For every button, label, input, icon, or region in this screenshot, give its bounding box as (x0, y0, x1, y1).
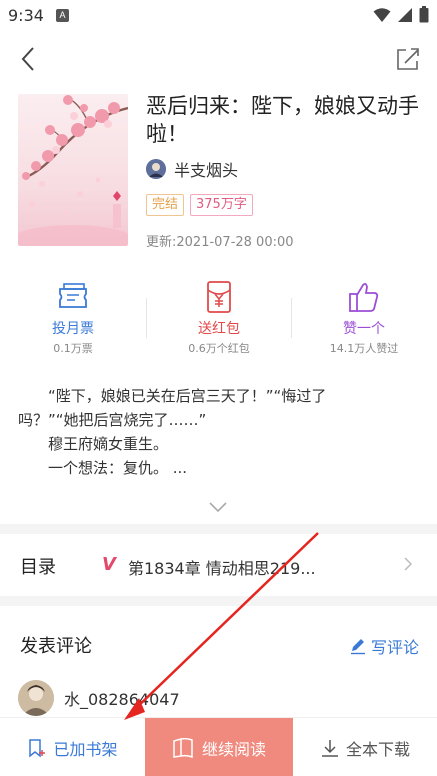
continue-reading-button[interactable]: 继续阅读 (145, 718, 293, 776)
download-all-button[interactable]: 全本下载 (293, 718, 437, 776)
comment-item[interactable]: 水_082864047 (18, 680, 180, 716)
status-icons (373, 6, 429, 23)
table-of-contents-row[interactable]: 目录 V 第1834章 情动相思219... (0, 534, 437, 596)
notification-icon: A (56, 9, 69, 22)
synopsis-line: 穆王府嫡女重生。 (48, 435, 169, 453)
signal-icon (398, 7, 412, 22)
book-cover[interactable] (18, 94, 128, 246)
comment-username: 水_082864047 (64, 690, 180, 709)
book-tags: 完结 375万字 (146, 194, 253, 216)
bookshelf-icon (29, 738, 46, 758)
bottom-action-bar: 已加书架 继续阅读 全本下载 (0, 717, 437, 776)
vip-chapter-icon: V (102, 554, 116, 575)
wifi-icon (373, 7, 391, 22)
status-time: 9:34 (8, 6, 44, 25)
continue-reading-label: 继续阅读 (201, 739, 266, 759)
updated-time: 更新:2021-07-28 00:00 (146, 235, 294, 250)
avatar-image (146, 159, 166, 179)
book-synopsis[interactable]: “陛下，娘娘已关在后宫三天了！”“悔过了 吗？”“她把后宫烧完了……” 穆王府嫡… (18, 384, 423, 480)
open-book-icon (173, 737, 193, 758)
section-divider (0, 596, 437, 606)
avatar-image (18, 680, 54, 716)
synopsis-line: 一个想法：复仇。 ... (48, 459, 188, 477)
red-packet-count: 0.6万个红包 (188, 342, 250, 355)
like-label: 赞一个 (343, 321, 385, 337)
avatar (18, 680, 54, 716)
back-button[interactable] (14, 44, 44, 74)
author-avatar (146, 159, 166, 179)
book-actions: 投月票 0.1万票 送红包 0.6万个红包 赞一个 14.1万人赞过 (0, 280, 437, 358)
word-count-badge: 375万字 (190, 194, 253, 216)
comments-title: 发表评论 (20, 636, 92, 657)
book-title: 恶后归来：陛下，娘娘又动手啦！ (146, 94, 419, 146)
author-name: 半支烟头 (174, 161, 239, 180)
status-bar: 9:34 A (0, 0, 437, 32)
download-icon (321, 739, 338, 757)
monthly-ticket-label: 投月票 (52, 321, 94, 337)
like-button[interactable]: 赞一个 14.1万人赞过 (291, 280, 437, 358)
share-button[interactable] (393, 44, 423, 74)
monthly-ticket-button[interactable]: 投月票 0.1万票 (0, 280, 146, 358)
expand-synopsis-button[interactable] (208, 498, 228, 513)
chevron-left-icon (21, 47, 34, 71)
section-divider (0, 524, 437, 534)
latest-chapter: 第1834章 情动相思219... (128, 559, 316, 578)
publisher-logo-icon (113, 191, 121, 228)
synopsis-line: 吗？”“她把后宫烧完了……” (18, 411, 207, 429)
chevron-down-icon (209, 502, 227, 513)
monthly-ticket-count: 0.1万票 (53, 342, 93, 355)
chevron-right-icon (404, 557, 413, 571)
red-packet-label: 送红包 (198, 321, 240, 337)
like-count: 14.1万人赞过 (329, 342, 399, 355)
battery-icon (419, 6, 429, 23)
share-icon (397, 48, 419, 70)
toc-label: 目录 (20, 557, 56, 578)
write-comment-label: 写评论 (370, 638, 419, 657)
status-badge: 完结 (146, 194, 185, 216)
ticket-icon (59, 283, 87, 308)
cover-publisher-mark (112, 190, 122, 230)
synopsis-line: “陛下，娘娘已关在后宫三天了！”“悔过了 (48, 387, 327, 405)
download-label: 全本下载 (345, 739, 410, 759)
shelf-label: 已加书架 (53, 739, 118, 759)
added-to-shelf-button[interactable]: 已加书架 (0, 718, 145, 776)
thumbs-up-icon (349, 282, 379, 312)
pencil-icon (350, 639, 365, 655)
red-packet-icon (207, 281, 231, 313)
red-packet-button[interactable]: 送红包 0.6万个红包 (146, 280, 292, 358)
write-comment-button[interactable]: 写评论 (349, 634, 419, 658)
author-row[interactable]: 半支烟头 (146, 158, 238, 180)
